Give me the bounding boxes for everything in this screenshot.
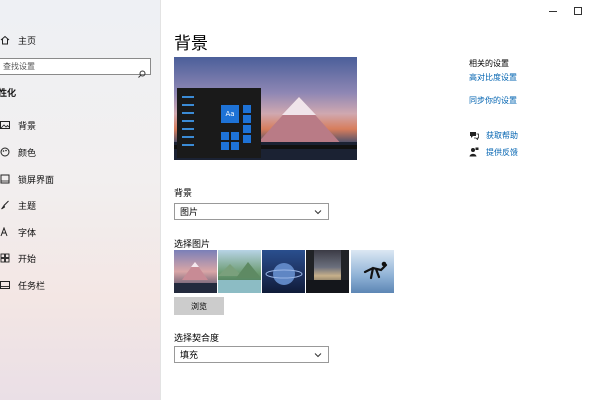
start-icon xyxy=(0,253,10,263)
brush-icon xyxy=(0,200,10,210)
wallpaper-thumbnail[interactable] xyxy=(218,250,261,293)
related-settings-title: 相关的设置 xyxy=(469,59,509,68)
section-title: 性化 xyxy=(0,89,17,99)
search-input[interactable]: 查找设置 xyxy=(0,58,151,78)
sidebar-item-label: 颜色 xyxy=(18,148,37,159)
sidebar-item-label: 主题 xyxy=(18,201,37,212)
chevron-down-icon xyxy=(313,350,323,360)
preview-snowcap xyxy=(282,97,316,115)
sidebar-item-label: 任务栏 xyxy=(18,281,46,292)
help-chat-icon xyxy=(469,130,479,141)
fit-label: 选择契合度 xyxy=(174,334,220,344)
maximize-button[interactable] xyxy=(571,2,585,15)
minimize-button[interactable] xyxy=(546,2,560,14)
choose-picture-label: 选择图片 xyxy=(174,240,211,250)
sidebar-item-fonts[interactable]: 字体 xyxy=(0,223,36,241)
sidebar-item-colors[interactable]: 颜色 xyxy=(0,143,36,161)
chevron-down-icon xyxy=(313,207,323,217)
background-dropdown[interactable]: 图片 xyxy=(174,203,329,220)
browse-button[interactable]: 浏览 xyxy=(174,297,224,315)
sidebar-item-taskbar[interactable]: 任务栏 xyxy=(0,276,45,294)
sidebar-item-label: 字体 xyxy=(18,228,37,239)
feedback-link[interactable]: 提供反馈 xyxy=(469,146,518,158)
preview-sample-text: Aa xyxy=(221,105,239,123)
font-icon xyxy=(0,226,10,237)
sidebar-item-lock-screen[interactable]: 锁屏界面 xyxy=(0,170,54,188)
high-contrast-link[interactable]: 高对比度设置 xyxy=(469,72,517,83)
wallpaper-thumbnail[interactable] xyxy=(262,250,305,293)
search-icon xyxy=(138,63,146,78)
wallpaper-thumbnail[interactable] xyxy=(174,250,217,293)
wallpaper-thumbnail[interactable] xyxy=(351,250,394,293)
sidebar-item-label: 背景 xyxy=(18,121,37,132)
sidebar-item-label: 主页 xyxy=(18,36,37,47)
sidebar-item-label: 锁屏界面 xyxy=(18,175,55,186)
palette-icon xyxy=(0,147,10,157)
search-placeholder: 查找设置 xyxy=(3,62,35,71)
feedback-label: 提供反馈 xyxy=(486,147,518,157)
help-label: 获取帮助 xyxy=(486,130,518,140)
get-help-link[interactable]: 获取帮助 xyxy=(469,129,518,141)
feedback-icon xyxy=(469,147,479,157)
fit-value: 填充 xyxy=(180,351,199,361)
home-icon xyxy=(0,35,10,45)
picture-icon xyxy=(0,120,10,130)
sidebar-item-label: 开始 xyxy=(18,254,37,265)
sync-settings-link[interactable]: 同步你的设置 xyxy=(469,95,517,106)
sidebar-item-themes[interactable]: 主题 xyxy=(0,196,36,214)
sidebar-item-home[interactable]: 主页 xyxy=(0,31,36,49)
sidebar-item-start[interactable]: 开始 xyxy=(0,249,36,267)
background-preview: Aa xyxy=(174,57,357,160)
fit-dropdown[interactable]: 填充 xyxy=(174,346,329,363)
taskbar-icon xyxy=(0,280,10,290)
background-value: 图片 xyxy=(180,208,199,218)
page-title: 背景 xyxy=(174,34,208,54)
lock-screen-icon xyxy=(0,174,10,184)
sidebar: 主页 查找设置 性化 背景 颜色 锁屏界面 主题 字体 开始 任务栏 xyxy=(0,0,161,400)
sidebar-item-background[interactable]: 背景 xyxy=(0,116,36,134)
preview-start-menu xyxy=(177,88,261,158)
wallpaper-thumbnail[interactable] xyxy=(306,250,349,293)
background-label: 背景 xyxy=(174,189,193,199)
